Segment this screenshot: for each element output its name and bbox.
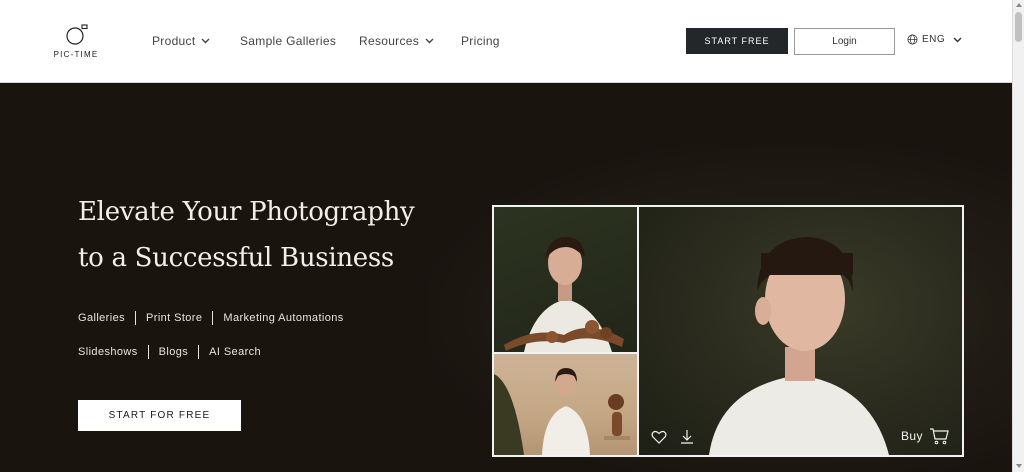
language-label: ENG (922, 34, 946, 45)
hero-section: Elevate Your Photography to a Successful… (0, 83, 1012, 472)
feature-separator (198, 345, 200, 359)
headline-line-1: Elevate Your Photography (78, 197, 415, 227)
feature-separator (212, 311, 214, 325)
chevron-down-icon (953, 37, 962, 42)
start-free-button[interactable]: START FREE (686, 28, 788, 54)
feature-separator (135, 311, 137, 325)
feature-slideshows: Slideshows (78, 346, 138, 358)
headline-line-2: to a Successful Business (78, 243, 394, 273)
features-row-1: Galleries Print Store Marketing Automati… (78, 311, 344, 325)
gallery-photo-large[interactable]: Buy (639, 207, 962, 455)
feature-marketing-automations: Marketing Automations (223, 312, 344, 324)
page-scrollbar[interactable] (1012, 0, 1024, 472)
feature-blogs: Blogs (158, 346, 189, 358)
nav-sample-galleries[interactable]: Sample Galleries (240, 34, 336, 48)
feature-galleries: Galleries (78, 312, 126, 324)
nav-resources-label: Resources (359, 34, 420, 48)
scroll-down-arrow-icon[interactable] (1016, 464, 1022, 468)
logo-mark-icon (66, 24, 88, 45)
gallery-preview: Buy (492, 205, 964, 457)
nav-product-label: Product (152, 34, 196, 48)
nav-resources[interactable]: Resources (359, 34, 434, 48)
gallery-photo-seated[interactable] (494, 354, 637, 455)
nav-sample-galleries-label: Sample Galleries (240, 34, 337, 48)
seated-illustration (494, 368, 630, 455)
nav-product[interactable]: Product (152, 34, 210, 48)
start-for-free-button[interactable]: START FOR FREE (78, 400, 241, 431)
scroll-up-arrow-icon[interactable] (1016, 3, 1022, 7)
feature-ai-search: AI Search (209, 346, 262, 358)
feature-separator (147, 345, 149, 359)
hero-headline: Elevate Your Photography to a Successful… (78, 189, 438, 281)
download-icon[interactable] (679, 429, 695, 445)
logo-text: PIC-TIME (53, 50, 99, 59)
buy-button[interactable]: Buy (901, 427, 949, 445)
chevron-down-icon (425, 38, 434, 44)
heart-icon[interactable] (651, 429, 667, 445)
portrait-illustration (504, 237, 624, 352)
nav-pricing-label: Pricing (461, 34, 500, 48)
pic-time-logo[interactable]: PIC-TIME (50, 22, 102, 62)
chevron-down-icon (201, 38, 210, 44)
large-portrait-illustration (709, 237, 889, 455)
scroll-thumb[interactable] (1015, 12, 1022, 42)
features-row-2: Slideshows Blogs AI Search (78, 345, 261, 359)
login-button[interactable]: Login (794, 28, 895, 55)
language-selector[interactable]: ENG (907, 34, 962, 45)
gallery-photo-portrait[interactable] (494, 207, 637, 352)
site-header: PIC-TIME Product Sample Galleries Resour… (0, 0, 1012, 83)
feature-print-store: Print Store (146, 312, 203, 324)
nav-pricing[interactable]: Pricing (461, 34, 500, 48)
buy-label: Buy (901, 429, 923, 443)
cart-icon (929, 428, 949, 445)
globe-icon (907, 34, 918, 45)
